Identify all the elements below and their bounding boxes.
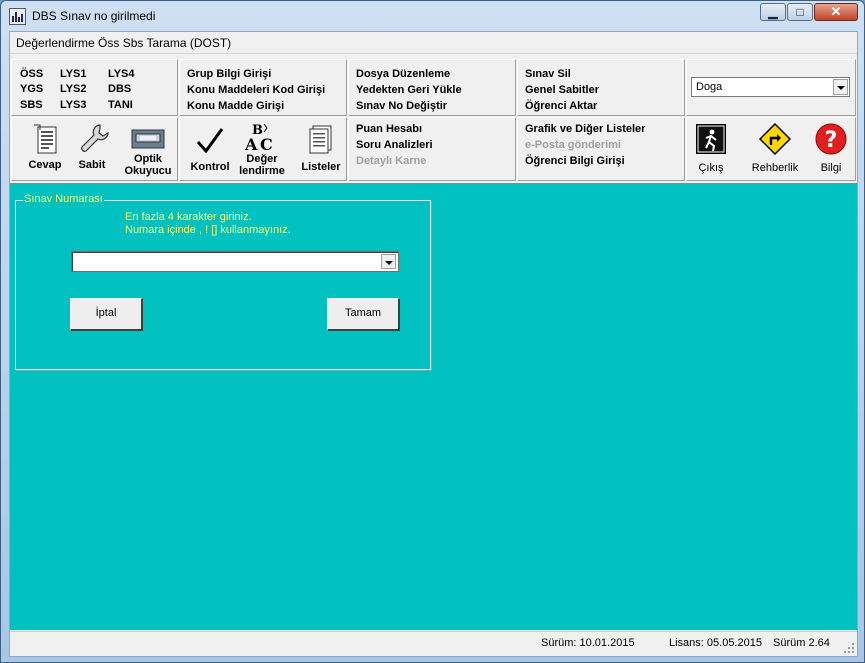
status-surum: Sürüm 2.64 <box>773 637 830 649</box>
cevap-label: Cevap <box>28 159 62 171</box>
link-grafik-ve-diger-listeler[interactable]: Grafik ve Diğer Listeler <box>525 123 645 135</box>
menu-dost[interactable]: Değerlendirme Öss Sbs Tarama (DOST) <box>16 36 231 50</box>
toolbar: ÖSS YGS SBS LYS1 LYS2 LYS3 LYS4 DBS TANI <box>10 59 857 183</box>
degerlendirme-button[interactable]: B A C Değer lendirme <box>238 120 286 180</box>
sabit-button[interactable]: Sabit <box>72 122 112 178</box>
exam-type-sbs[interactable]: SBS <box>20 99 43 111</box>
link-dosya-duzenleme[interactable]: Dosya Düzenleme <box>356 68 450 80</box>
listeler-label: Listeler <box>301 161 341 173</box>
menu-group-2: Dosya Düzenleme Yedekten Geri Yükle Sına… <box>348 59 516 116</box>
link-detayli-karne: Detaylı Karne <box>356 155 427 167</box>
optik-label: Optik <box>133 153 163 165</box>
minimize-button[interactable]: ▁ <box>760 3 786 21</box>
svg-text:C: C <box>260 135 273 154</box>
exam-type-lys2[interactable]: LYS2 <box>60 83 87 95</box>
close-button[interactable]: ✕ <box>814 3 858 21</box>
exam-type-ygs[interactable]: YGS <box>20 83 43 95</box>
exam-type-lys4[interactable]: LYS4 <box>108 68 135 80</box>
left-button-panel: Cevap Sabit Optik Okuyucu <box>11 117 178 181</box>
menu-bar: Değerlendirme Öss Sbs Tarama (DOST) <box>10 32 857 54</box>
link-konu-madde-girisi[interactable]: Konu Madde Girişi <box>187 100 284 112</box>
link-ogrenci-aktar[interactable]: Öğrenci Aktar <box>525 100 597 112</box>
link-konu-maddeleri-kod-girisi[interactable]: Konu Maddeleri Kod Girişi <box>187 84 325 96</box>
status-surum-date: Sürüm: 10.01.2015 <box>541 637 635 649</box>
kontrol-label: Kontrol <box>190 161 230 173</box>
answer-sheet-icon <box>34 124 57 154</box>
cikis-label: Çıkış <box>698 162 724 174</box>
svg-text:A: A <box>244 135 258 154</box>
svg-text:?: ? <box>825 128 838 153</box>
wrench-icon <box>81 124 109 152</box>
profile-panel: Doga <box>686 59 856 116</box>
deger-label: Değer <box>246 153 278 165</box>
link-genel-sabitler[interactable]: Genel Sabitler <box>525 84 599 96</box>
exam-type-panel: ÖSS YGS SBS LYS1 LYS2 LYS3 LYS4 DBS TANI <box>11 59 178 116</box>
optik-okuyucu-button[interactable]: Optik Okuyucu <box>120 122 176 180</box>
exam-type-oss[interactable]: ÖSS <box>20 68 43 80</box>
menu-group-3: Puan Hesabı Soru Analizleri Detaylı Karn… <box>348 117 516 181</box>
hint-line-1: En fazla 4 karakter giriniz. <box>125 211 252 223</box>
minimize-icon: ▁ <box>768 5 778 19</box>
document-list-icon <box>309 125 332 154</box>
profile-select[interactable]: Doga <box>691 77 850 97</box>
link-soru-analizleri[interactable]: Soru Analizleri <box>356 139 433 151</box>
ok-button[interactable]: Tamam <box>327 298 400 331</box>
status-lisans: Lisans: 05.05.2015 <box>669 637 762 649</box>
rehberlik-button[interactable]: Rehberlik <box>747 122 803 178</box>
right-button-panel: Çıkış Rehberlik ? Bilgi <box>686 117 856 181</box>
resize-grip-icon[interactable] <box>843 642 855 654</box>
checkmark-icon <box>196 128 224 154</box>
exam-type-lys3[interactable]: LYS3 <box>60 99 87 111</box>
maximize-icon: □ <box>796 5 804 19</box>
direction-sign-icon <box>759 123 791 155</box>
link-sinav-no-degistir[interactable]: Sınav No Değiştir <box>356 100 447 112</box>
close-icon: ✕ <box>830 4 842 19</box>
status-bar: Sürüm: 10.01.2015 Lisans: 05.05.2015 Sür… <box>10 631 857 656</box>
exit-running-man-icon <box>696 124 726 154</box>
profile-select-value: Doga <box>696 81 723 93</box>
rehberlik-label: Rehberlik <box>751 162 799 174</box>
chevron-down-icon[interactable] <box>381 254 396 269</box>
okuyucu-label: Okuyucu <box>124 165 172 177</box>
main-area: Sınav Numarası En fazla 4 karakter girin… <box>10 183 857 630</box>
chevron-down-icon[interactable] <box>833 79 848 95</box>
cikis-button[interactable]: Çıkış <box>691 122 731 178</box>
link-puan-hesabi[interactable]: Puan Hesabı <box>356 123 422 135</box>
link-ogrenci-bilgi-girisi[interactable]: Öğrenci Bilgi Girişi <box>525 155 625 167</box>
help-question-icon: ? <box>815 123 847 155</box>
menu-group-5: Grafik ve Diğer Listeler e-Posta gönderi… <box>517 117 685 181</box>
exam-number-group: Sınav Numarası En fazla 4 karakter girin… <box>15 193 431 370</box>
bilgi-label: Bilgi <box>820 162 842 174</box>
hint-line-2: Numara içinde , ! [] kullanmayınız. <box>125 224 291 236</box>
cancel-button[interactable]: İptal <box>70 298 143 331</box>
kontrol-button[interactable]: Kontrol <box>186 122 234 178</box>
group-title: Sınav Numarası <box>23 193 104 205</box>
link-yedekten-geri-yukle[interactable]: Yedekten Geri Yükle <box>356 84 462 96</box>
middle-button-panel: Kontrol B A C Değer lendirme Listeler <box>179 117 347 181</box>
app-logo-icon <box>9 8 26 25</box>
cevap-button[interactable]: Cevap <box>20 122 70 178</box>
link-grup-bilgi-girisi[interactable]: Grup Bilgi Girişi <box>187 68 271 80</box>
window-title: DBS Sınav no girilmedi <box>32 9 156 23</box>
app-window: DBS Sınav no girilmedi ▁ □ ✕ Değerlendir… <box>0 0 865 663</box>
exam-type-lys1[interactable]: LYS1 <box>60 68 87 80</box>
sabit-label: Sabit <box>78 159 106 171</box>
link-sinav-sil[interactable]: Sınav Sil <box>525 68 571 80</box>
exam-number-combo[interactable] <box>71 251 399 272</box>
maximize-button[interactable]: □ <box>787 3 813 21</box>
client-area: Değerlendirme Öss Sbs Tarama (DOST) ÖSS … <box>9 31 858 657</box>
menu-group-4: Sınav Sil Genel Sabitler Öğrenci Aktar <box>517 59 685 116</box>
exam-type-dbs[interactable]: DBS <box>108 83 131 95</box>
optical-reader-icon <box>131 129 165 149</box>
menu-group-1: Grup Bilgi Girişi Konu Maddeleri Kod Gir… <box>179 59 347 116</box>
title-bar[interactable]: DBS Sınav no girilmedi ▁ □ ✕ <box>1 1 864 31</box>
exam-type-tani[interactable]: TANI <box>108 99 133 111</box>
link-e-posta-gonderimi: e-Posta gönderimi <box>525 139 621 151</box>
spellcheck-abc-icon: B A C <box>244 123 273 154</box>
listeler-button[interactable]: Listeler <box>298 122 344 178</box>
lendirme-label: lendirme <box>239 165 285 177</box>
bilgi-button[interactable]: ? Bilgi <box>811 122 851 178</box>
